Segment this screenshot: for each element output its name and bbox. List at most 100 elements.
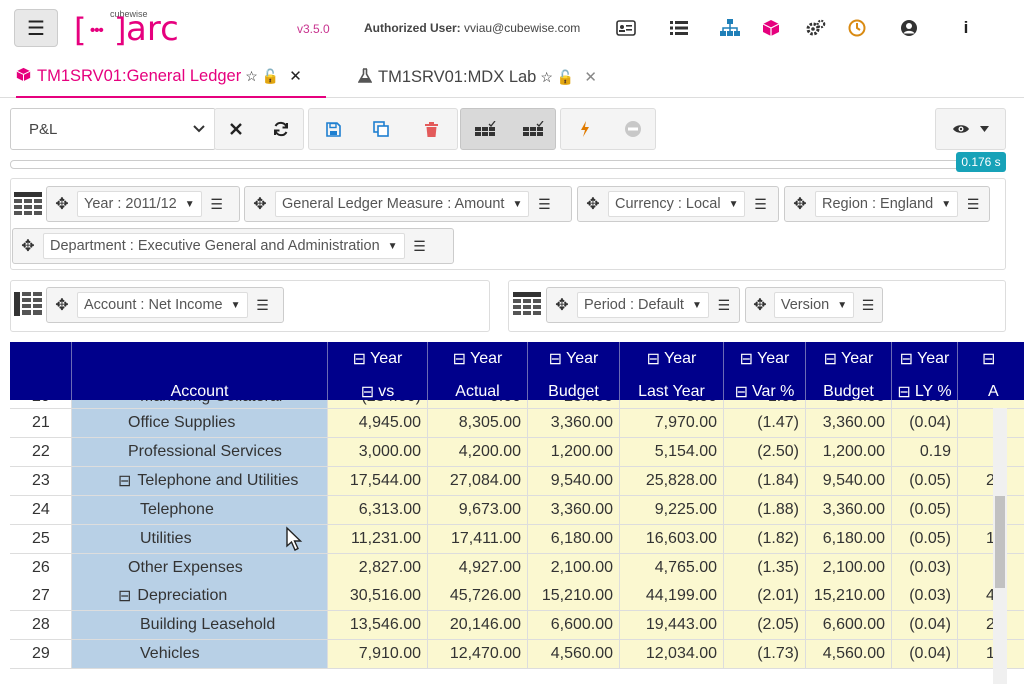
data-cell[interactable]: (1.47) — [724, 409, 806, 438]
title-element-department[interactable]: Department : Executive General and Admin… — [43, 233, 405, 259]
data-cell[interactable]: 234.00 — [528, 400, 620, 409]
column-header-top[interactable]: ⊟ — [958, 342, 1024, 375]
data-cell[interactable] — [958, 437, 1024, 467]
cube-icon[interactable] — [759, 16, 783, 40]
row-element-account[interactable]: Account : Net Income ▼ — [77, 292, 248, 318]
data-cell[interactable]: 4,765.00 — [620, 553, 724, 583]
title-element-year[interactable]: Year : 2011/12 ▼ — [77, 191, 202, 217]
data-cell[interactable]: 8,305.00 — [428, 409, 528, 438]
disable-button[interactable] — [610, 108, 656, 150]
list-icon[interactable]: ☰ — [958, 196, 988, 213]
arc-logo[interactable]: cubewise [ ••• ] arc — [74, 8, 184, 48]
account-cell[interactable]: ⊟ Depreciation — [72, 582, 328, 612]
lightning-bolt-icon[interactable] — [562, 108, 608, 150]
data-cell[interactable]: 9,540.00 — [528, 466, 620, 496]
account-cell[interactable]: Building Leasehold — [72, 611, 328, 641]
move-icon[interactable]: ✥ — [547, 295, 577, 315]
collapse-icon[interactable]: ⊟ — [118, 586, 131, 606]
collapse-icon[interactable]: ⊟ — [647, 349, 660, 369]
column-header-top[interactable]: ⊟ Year — [620, 342, 724, 375]
account-cell[interactable]: Other Expenses — [72, 553, 328, 583]
data-cell[interactable]: 2,100.00 — [806, 553, 892, 583]
list-icon[interactable]: ☰ — [854, 297, 882, 314]
clock-icon[interactable] — [845, 16, 869, 40]
data-cell[interactable]: 6,180.00 — [806, 524, 892, 554]
collapse-icon[interactable]: ⊟ — [549, 349, 562, 369]
unlock-icon[interactable]: 🔓 — [262, 68, 279, 85]
data-cell[interactable]: (0.03) — [892, 582, 958, 612]
data-cell[interactable]: (0.05) — [892, 466, 958, 496]
data-cell[interactable]: 11,231.00 — [328, 524, 428, 554]
account-cell[interactable]: ⊟ Telephone and Utilities — [72, 466, 328, 496]
data-cell[interactable]: 3,000.00 — [328, 437, 428, 467]
move-icon[interactable]: ✥ — [746, 295, 774, 315]
list-icon[interactable]: ☰ — [248, 297, 278, 314]
title-chip-gl-measure[interactable]: ✥ General Ledger Measure : Amount ▼ ☰ — [244, 186, 572, 222]
column-chip-version[interactable]: ✥ Version ▼ ☰ — [745, 287, 883, 323]
collapse-icon[interactable]: ⊟ — [740, 349, 753, 369]
data-cell[interactable]: 7,970.00 — [620, 409, 724, 438]
view-select[interactable]: P&L — [10, 108, 216, 150]
move-icon[interactable]: ✥ — [785, 194, 815, 214]
data-cell[interactable]: 0.19 — [892, 437, 958, 467]
data-cell[interactable]: 6,180.00 — [528, 524, 620, 554]
column-header-top[interactable]: ⊟ Year — [724, 342, 806, 375]
data-cell[interactable]: 1.00 — [724, 400, 806, 409]
unlock-icon[interactable]: 🔓 — [557, 69, 574, 86]
cogs-icon[interactable] — [804, 16, 828, 40]
data-cell[interactable]: 2,827.00 — [328, 553, 428, 583]
data-cell[interactable]: (1.82) — [724, 524, 806, 554]
data-cell[interactable]: 3,360.00 — [528, 495, 620, 525]
tab-mdx-lab[interactable]: TM1SRV01:MDX Lab ☆ 🔓 ✕ — [357, 56, 618, 98]
close-icon[interactable]: ✕ — [584, 68, 597, 86]
data-cell[interactable]: 4 — [958, 582, 1024, 612]
move-icon[interactable]: ✥ — [245, 194, 275, 214]
data-cell[interactable]: (1.73) — [724, 640, 806, 670]
data-cell[interactable]: 4,200.00 — [428, 437, 528, 467]
column-element-version[interactable]: Version ▼ — [773, 292, 855, 318]
list-icon[interactable]: ☰ — [202, 196, 232, 213]
data-cell[interactable]: 7,910.00 — [328, 640, 428, 670]
sitemap-icon[interactable] — [718, 16, 742, 40]
data-cell[interactable]: 9,225.00 — [620, 495, 724, 525]
data-cell[interactable]: 6,600.00 — [806, 611, 892, 641]
title-element-region[interactable]: Region : England ▼ — [815, 191, 959, 217]
data-cell[interactable]: (2.05) — [724, 611, 806, 641]
copy-button[interactable] — [358, 108, 404, 150]
data-cell[interactable]: (0.04) — [892, 640, 958, 670]
collapse-icon[interactable]: ⊟ — [353, 349, 366, 369]
data-cell[interactable]: (2.50) — [724, 437, 806, 467]
data-cell[interactable]: (0.04) — [892, 409, 958, 438]
data-cell[interactable]: 12,470.00 — [428, 640, 528, 670]
data-cell[interactable]: 17,411.00 — [428, 524, 528, 554]
title-chip-department[interactable]: ✥ Department : Executive General and Adm… — [12, 228, 454, 264]
data-cell[interactable]: 1 — [958, 640, 1024, 670]
title-chip-currency[interactable]: ✥ Currency : Local ▼ ☰ — [577, 186, 779, 222]
column-header-top[interactable]: ⊟ Year — [428, 342, 528, 375]
move-icon[interactable]: ✥ — [13, 236, 43, 256]
account-cell[interactable]: Telephone — [72, 495, 328, 525]
collapse-icon[interactable]: ⊟ — [824, 349, 837, 369]
save-button[interactable] — [310, 108, 356, 150]
data-cell[interactable]: 15,210.00 — [806, 582, 892, 612]
data-cell[interactable]: 30,516.00 — [328, 582, 428, 612]
data-cell[interactable]: (1.84) — [724, 466, 806, 496]
collapse-icon[interactable]: ⊟ — [118, 471, 131, 491]
data-cell[interactable] — [958, 400, 1024, 409]
info-icon[interactable]: i — [954, 16, 978, 40]
clear-view-button[interactable] — [214, 108, 258, 150]
account-cell[interactable]: Marketing Collateral — [72, 400, 328, 409]
data-cell[interactable]: 25,828.00 — [620, 466, 724, 496]
column-header-top[interactable]: ⊟ Year — [328, 342, 428, 375]
account-cell[interactable]: Vehicles — [72, 640, 328, 670]
data-cell[interactable]: 9,673.00 — [428, 495, 528, 525]
data-cell[interactable]: 234.00 — [806, 400, 892, 409]
data-cell[interactable]: 1,200.00 — [806, 437, 892, 467]
data-cell[interactable]: 19,443.00 — [620, 611, 724, 641]
data-cell[interactable]: 12,034.00 — [620, 640, 724, 670]
data-cell[interactable]: 4,560.00 — [528, 640, 620, 670]
scrollbar-thumb[interactable] — [995, 496, 1005, 588]
data-cell[interactable]: 27,084.00 — [428, 466, 528, 496]
data-cell[interactable]: 3,360.00 — [806, 409, 892, 438]
data-cell[interactable]: 6,313.00 — [328, 495, 428, 525]
